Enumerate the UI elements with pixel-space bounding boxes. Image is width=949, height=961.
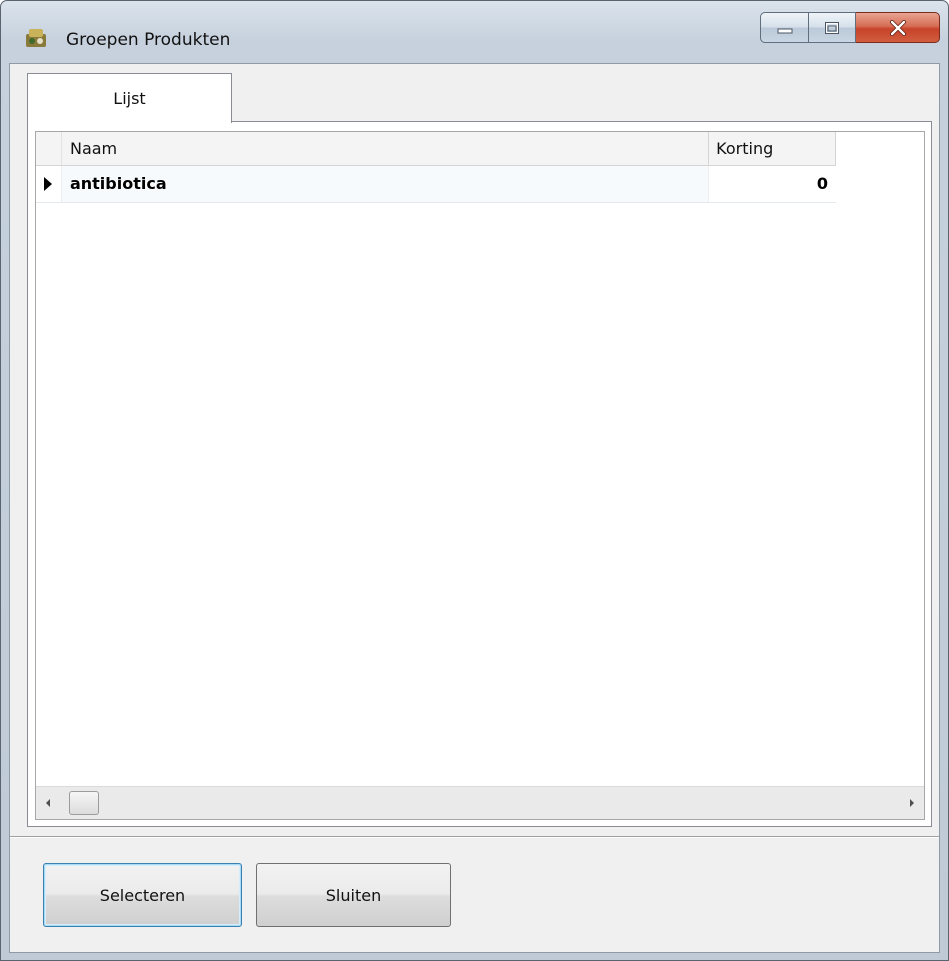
horizontal-scrollbar[interactable] <box>36 786 924 819</box>
cell-naam[interactable]: antibiotica <box>61 166 710 202</box>
data-grid[interactable]: Naam Korting antibiotica 0 <box>35 131 925 820</box>
scroll-left-button[interactable] <box>36 787 60 819</box>
grid-header: Naam Korting <box>36 132 836 166</box>
scroll-left-icon <box>46 799 50 807</box>
dialog-client-area: Lijst Naam Korting antibiotica 0 Selecte… <box>9 63 940 953</box>
maximize-icon <box>825 21 839 34</box>
row-header-corner <box>36 132 62 165</box>
minimize-icon <box>777 28 792 33</box>
cell-korting[interactable]: 0 <box>709 166 836 202</box>
tab-label: Lijst <box>113 89 146 108</box>
table-row[interactable]: antibiotica 0 <box>36 166 836 203</box>
window-title: Groepen Produkten <box>66 30 231 50</box>
scrollbar-thumb[interactable] <box>69 791 99 815</box>
caption-buttons <box>760 12 940 45</box>
button-panel: Selecteren Sluiten <box>10 836 939 952</box>
scroll-right-icon <box>910 799 914 807</box>
app-icon <box>25 26 47 48</box>
current-row-arrow-icon <box>44 177 53 191</box>
maximize-button[interactable] <box>808 12 856 43</box>
row-indicator[interactable] <box>36 166 62 202</box>
minimize-button[interactable] <box>760 12 808 43</box>
close-icon <box>889 19 906 36</box>
select-button[interactable]: Selecteren <box>43 863 242 927</box>
separator-line <box>10 836 939 838</box>
tab-strip: Lijst <box>10 64 939 123</box>
close-button[interactable]: Sluiten <box>256 863 451 927</box>
scroll-right-button[interactable] <box>900 787 924 819</box>
title-bar[interactable]: Groepen Produkten <box>1 1 948 50</box>
dialog-window: Groepen Produkten Lijst Naam Korting ant… <box>0 0 949 961</box>
tab-lijst[interactable]: Lijst <box>27 73 232 123</box>
column-header-naam[interactable]: Naam <box>62 132 710 165</box>
tab-page-lijst: Naam Korting antibiotica 0 <box>27 121 932 827</box>
close-window-button[interactable] <box>856 12 940 43</box>
column-header-korting[interactable]: Korting <box>709 132 836 165</box>
